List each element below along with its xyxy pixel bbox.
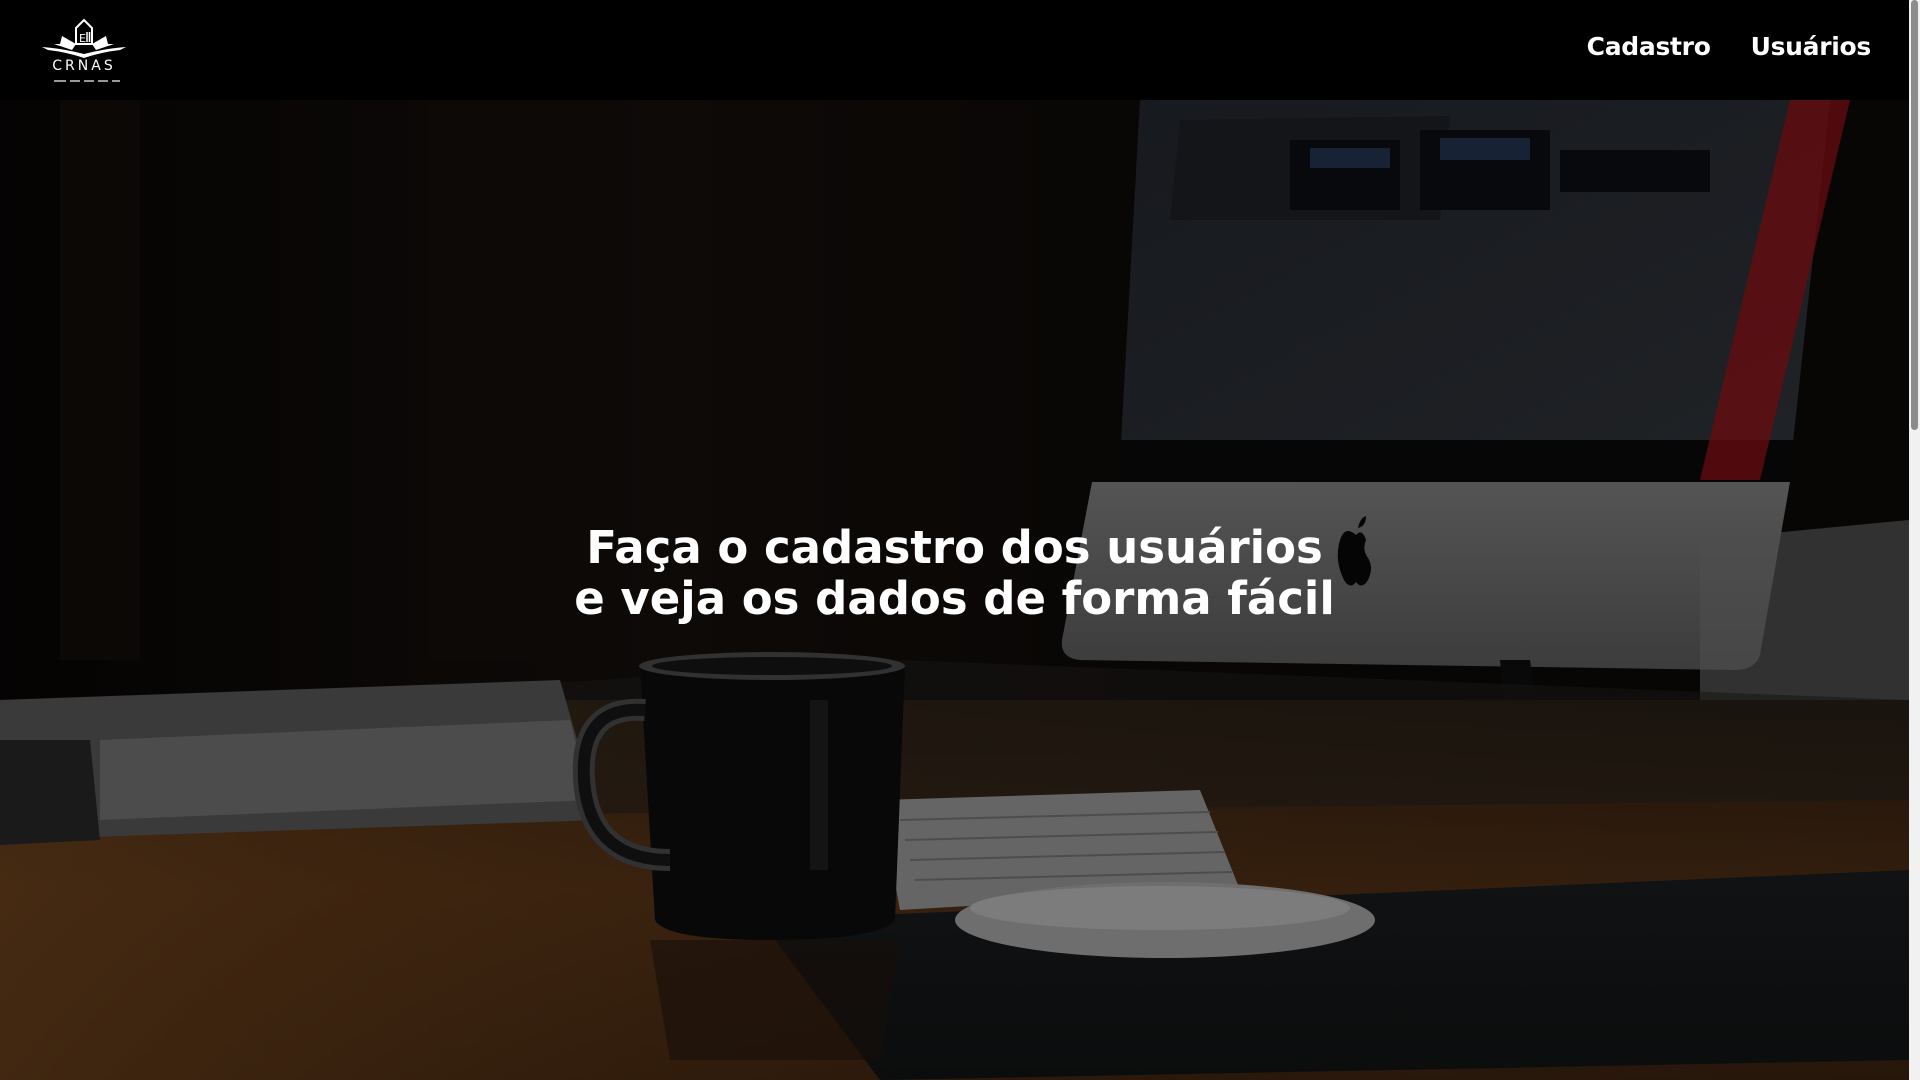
brand-name: CRNAS bbox=[52, 58, 116, 74]
hero-headline: Faça o cadastro dos usuários e veja os d… bbox=[0, 522, 1909, 624]
hero-headline-line-2: e veja os dados de forma fácil bbox=[574, 572, 1335, 626]
page-scrollbar[interactable] bbox=[1909, 0, 1920, 1080]
brand-logo[interactable]: E CRNAS bbox=[36, 14, 132, 86]
nav-menu: Cadastro Usuários bbox=[1587, 32, 1872, 61]
hero-headline-line-1: Faça o cadastro dos usuários bbox=[586, 521, 1323, 575]
navbar: E CRNAS Cadastro Usuários bbox=[0, 0, 1909, 100]
ship-icon: E bbox=[42, 18, 126, 58]
logo-underline bbox=[54, 80, 120, 82]
nav-link-usuarios[interactable]: Usuários bbox=[1751, 32, 1872, 61]
page: E CRNAS Cadastro Usuários Faça o cadastr… bbox=[0, 0, 1920, 1080]
svg-text:E: E bbox=[79, 32, 86, 45]
nav-link-cadastro[interactable]: Cadastro bbox=[1587, 32, 1711, 61]
scrollbar-thumb[interactable] bbox=[1911, 0, 1918, 430]
hero-section: Faça o cadastro dos usuários e veja os d… bbox=[0, 100, 1909, 1080]
